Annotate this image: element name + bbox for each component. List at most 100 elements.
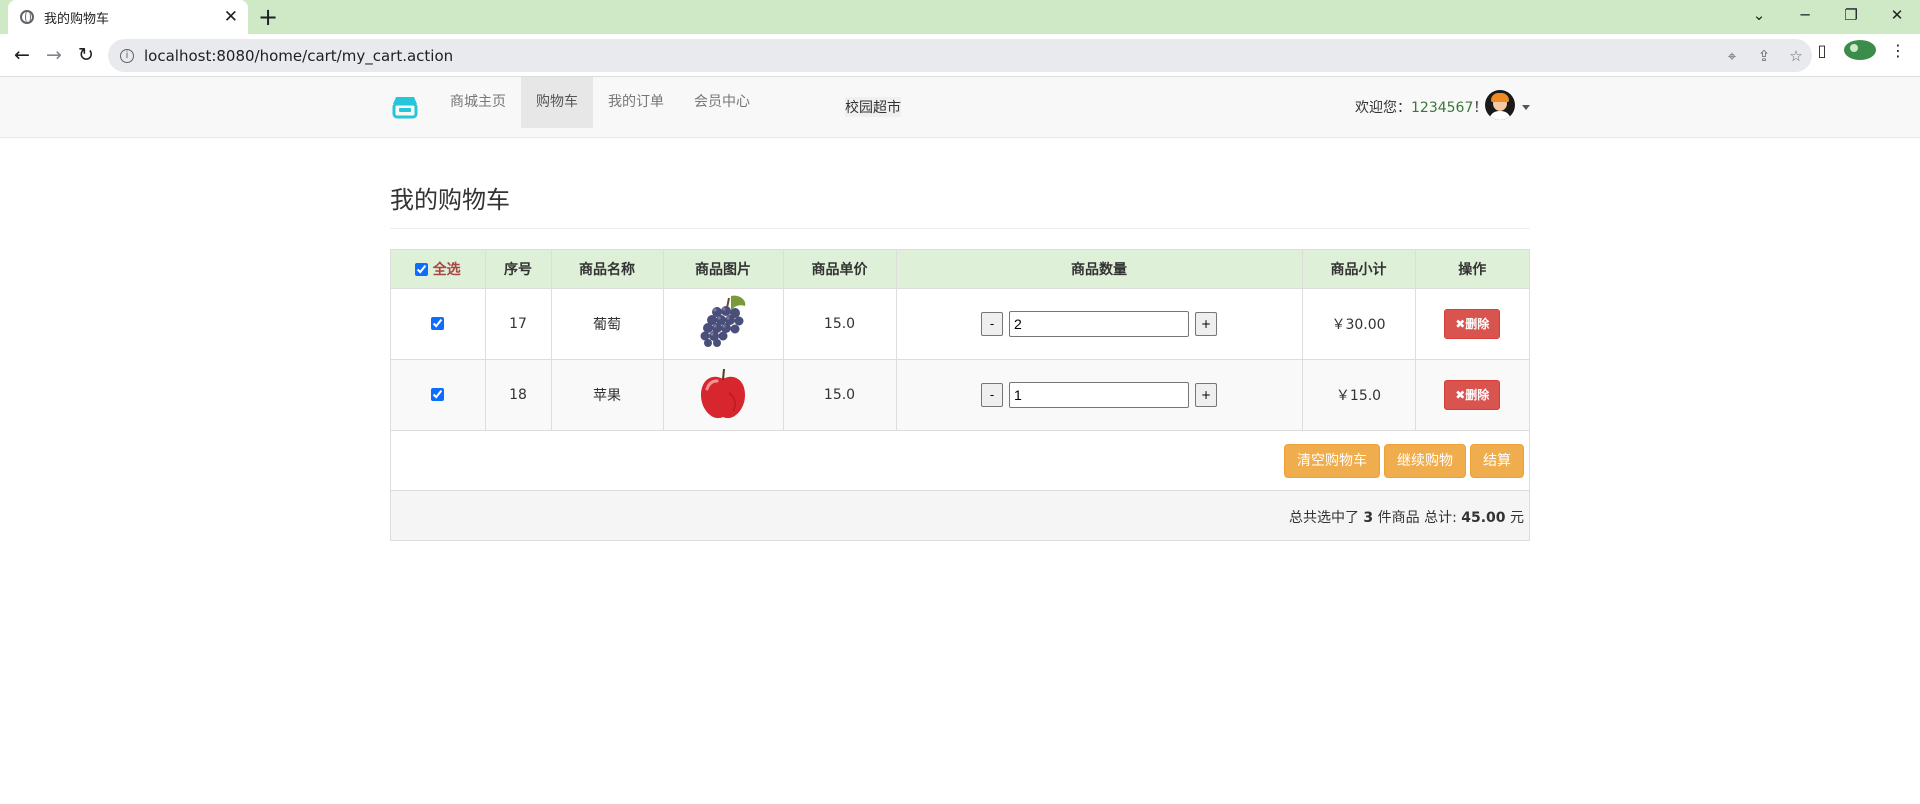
- store-logo-icon[interactable]: [391, 95, 419, 119]
- decrease-qty-button[interactable]: -: [981, 311, 1003, 336]
- quantity-stepper: - +: [981, 381, 1217, 408]
- item-name: 苹果: [551, 358, 664, 430]
- quantity-input[interactable]: [1009, 310, 1189, 337]
- delete-label: 删除: [1465, 316, 1490, 331]
- quantity-stepper: - +: [981, 310, 1217, 337]
- header-id: 序号: [485, 250, 552, 288]
- remove-icon: ✖: [1455, 387, 1466, 402]
- summary-prefix: 总共选中了: [1288, 510, 1359, 526]
- nav-orders[interactable]: 我的订单: [593, 77, 679, 128]
- grape-image: [700, 295, 746, 347]
- checkout-button[interactable]: 结算: [1470, 444, 1524, 478]
- header-name: 商品名称: [551, 250, 664, 288]
- row-checkbox[interactable]: [431, 388, 445, 402]
- nav-home[interactable]: 商城主页: [435, 77, 521, 128]
- nav-cart[interactable]: 购物车: [521, 77, 593, 128]
- user-dropdown-caret-icon[interactable]: [1522, 105, 1530, 110]
- reload-icon[interactable]: ↻: [70, 44, 102, 66]
- item-action-cell: ✖删除: [1415, 358, 1529, 430]
- header-price: 商品单价: [783, 250, 897, 288]
- select-all-label[interactable]: 全选: [433, 262, 461, 278]
- select-all-checkbox[interactable]: [414, 263, 428, 277]
- user-id: 1234567: [1411, 100, 1474, 116]
- clear-cart-button[interactable]: 清空购物车: [1284, 444, 1380, 478]
- item-subtotal: ￥15.0: [1302, 358, 1416, 430]
- row-select-cell: [391, 287, 486, 359]
- browser-tab[interactable]: 我的购物车 ✕: [8, 0, 248, 34]
- cart-panel: 全选 序号 商品名称 商品图片 商品单价 商品数量 商品小计 操作 17 葡萄: [390, 249, 1530, 541]
- quantity-input[interactable]: [1009, 381, 1189, 408]
- browser-tabstrip: 我的购物车 ✕ + ⌄ ─ ❐ ✕: [0, 0, 1920, 34]
- header-subtotal: 商品小计: [1302, 250, 1416, 288]
- header-image: 商品图片: [663, 250, 784, 288]
- welcome-prefix: 欢迎您：: [1355, 100, 1411, 116]
- forward-icon[interactable]: →: [38, 44, 70, 66]
- tab-title: 我的购物车: [44, 11, 110, 27]
- avatar-body: [1489, 111, 1511, 120]
- nav-member-center[interactable]: 会员中心: [679, 77, 765, 128]
- continue-shopping-button[interactable]: 继续购物: [1384, 444, 1466, 478]
- delete-label: 删除: [1465, 387, 1490, 402]
- table-row: 18 苹果 15.0 - +: [391, 358, 1529, 430]
- select-all-header: 全选: [391, 250, 486, 288]
- decrease-qty-button[interactable]: -: [981, 382, 1003, 407]
- user-avatar[interactable]: [1485, 90, 1515, 120]
- avatar-hair: [1491, 93, 1509, 102]
- increase-qty-button[interactable]: +: [1195, 382, 1217, 407]
- item-quantity-cell: - +: [896, 287, 1303, 359]
- item-id: 18: [485, 358, 552, 430]
- delete-button[interactable]: ✖删除: [1444, 308, 1501, 339]
- address-bar[interactable]: i localhost:8080/home/cart/my_cart.actio…: [108, 39, 1812, 72]
- remove-icon: ✖: [1455, 316, 1466, 331]
- cart-header-row: 全选 序号 商品名称 商品图片 商品单价 商品数量 商品小计 操作: [391, 250, 1529, 288]
- summary-suffix: 元: [1510, 510, 1524, 526]
- close-window-icon[interactable]: ✕: [1874, 0, 1920, 30]
- location-icon[interactable]: ⌖: [1716, 47, 1748, 65]
- cart-summary: 总共选中了 3 件商品 总计: 45.00 元: [1289, 507, 1524, 527]
- restore-icon[interactable]: ❐: [1828, 0, 1874, 30]
- globe-icon: [20, 10, 34, 24]
- minimize-icon[interactable]: ─: [1782, 0, 1828, 30]
- selected-count: 3: [1363, 510, 1374, 526]
- share-icon[interactable]: ⇪: [1748, 47, 1780, 65]
- delete-button[interactable]: ✖删除: [1444, 379, 1501, 410]
- row-checkbox[interactable]: [431, 317, 445, 330]
- info-icon[interactable]: i: [120, 48, 134, 63]
- profile-icon[interactable]: [1844, 40, 1876, 60]
- cart-table: 全选 序号 商品名称 商品图片 商品单价 商品数量 商品小计 操作 17 葡萄: [391, 250, 1529, 430]
- row-select-cell: [391, 358, 486, 430]
- site-navbar: 商城主页 购物车 我的订单 会员中心 校园超市 欢迎您：1234567！: [0, 77, 1920, 138]
- header-action: 操作: [1415, 250, 1529, 288]
- cart-actions-row: 清空购物车 继续购物 结算: [391, 430, 1529, 490]
- item-price: 15.0: [783, 287, 897, 359]
- item-action-cell: ✖删除: [1415, 287, 1529, 359]
- site-name: 校园超市: [845, 97, 901, 117]
- total-amount: 45.00: [1461, 510, 1506, 526]
- welcome-text: 欢迎您：1234567！: [1355, 97, 1487, 117]
- toolbar-right: ▯ ⋮: [1806, 40, 1914, 60]
- window-controls: ⌄ ─ ❐ ✕: [1736, 0, 1920, 34]
- item-subtotal: ￥30.00: [1302, 287, 1416, 359]
- item-image-cell: [663, 358, 784, 430]
- menu-kebab-icon[interactable]: ⋮: [1882, 41, 1914, 60]
- summary-middle: 件商品 总计:: [1377, 510, 1457, 526]
- title-divider: [390, 228, 1530, 229]
- cart-actions: 清空购物车 继续购物 结算: [1284, 444, 1524, 478]
- item-image-cell: [663, 287, 784, 359]
- item-price: 15.0: [783, 358, 897, 430]
- back-icon[interactable]: ←: [6, 44, 38, 66]
- page-title: 我的购物车: [390, 186, 510, 214]
- item-id: 17: [485, 287, 552, 359]
- apple-image: [701, 368, 745, 418]
- side-panel-icon[interactable]: ▯: [1806, 41, 1838, 60]
- cart-summary-row: 总共选中了 3 件商品 总计: 45.00 元: [391, 490, 1529, 540]
- header-quantity: 商品数量: [896, 250, 1303, 288]
- close-tab-icon[interactable]: ✕: [224, 7, 238, 27]
- new-tab-icon[interactable]: +: [258, 3, 278, 31]
- increase-qty-button[interactable]: +: [1195, 311, 1217, 336]
- tab-search-icon[interactable]: ⌄: [1736, 0, 1782, 30]
- browser-toolbar: ← → ↻ i localhost:8080/home/cart/my_cart…: [0, 34, 1920, 77]
- item-quantity-cell: - +: [896, 358, 1303, 430]
- item-name: 葡萄: [551, 287, 664, 359]
- url-text[interactable]: localhost:8080/home/cart/my_cart.action: [144, 47, 1716, 65]
